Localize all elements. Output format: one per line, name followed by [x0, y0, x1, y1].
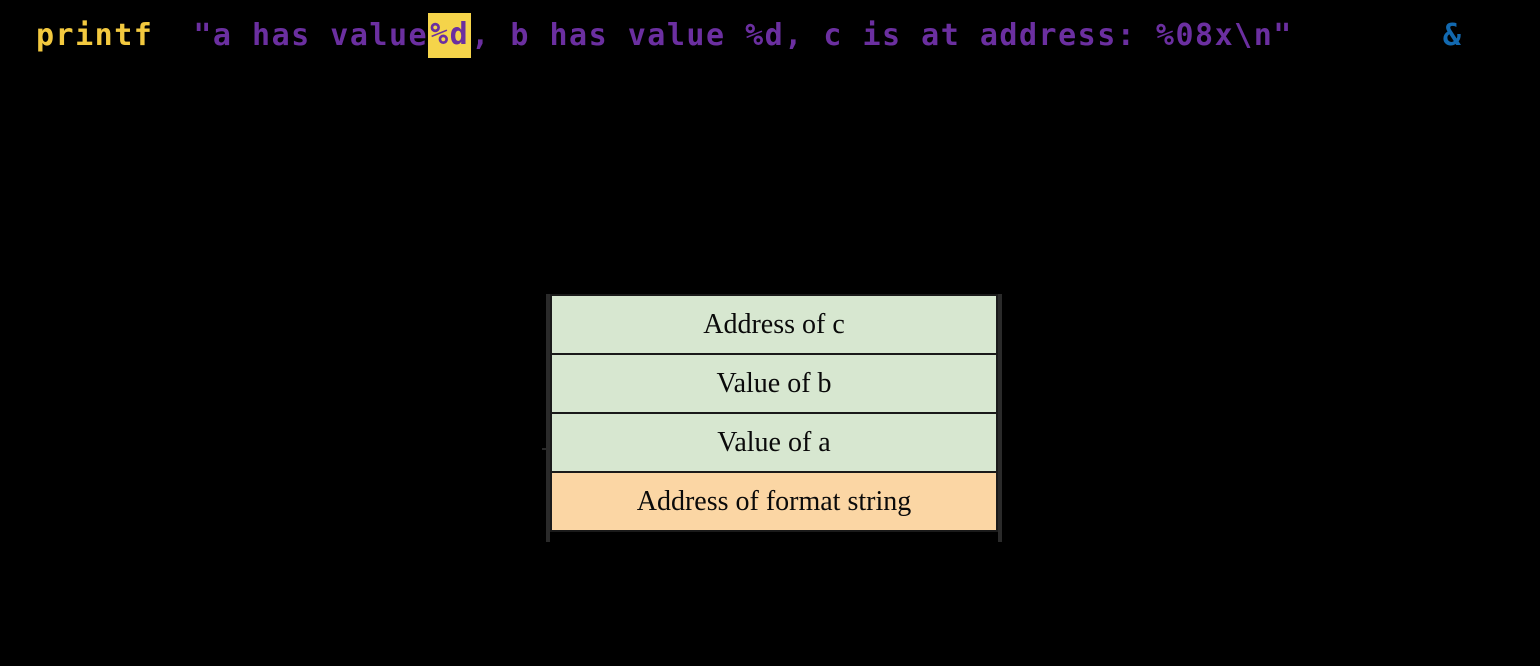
- stack-left-rail-tick: [542, 448, 548, 450]
- table-row: Value of b: [550, 353, 998, 414]
- stack-diagram: Address of c Value of b Value of a Addre…: [542, 294, 1002, 542]
- table-row: Address of c: [550, 294, 998, 355]
- format-string-part-2: , b has value %d, c is at address: %08x\…: [471, 18, 1293, 53]
- format-string-part-1: "a has value: [193, 18, 429, 53]
- stack-right-rail: [998, 294, 1002, 542]
- printf-keyword: printf: [36, 18, 154, 53]
- stack-cell-value-of-b: Value of b: [550, 353, 998, 414]
- stack-cell-address-of-c: Address of c: [550, 294, 998, 355]
- highlighted-format-specifier: %d: [428, 13, 472, 58]
- table-row: Value of a: [550, 412, 998, 473]
- stack-frame-table: Address of c Value of b Value of a Addre…: [550, 294, 998, 532]
- table-row: Address of format string: [550, 471, 998, 532]
- stack-cell-address-of-format-string: Address of format string: [550, 471, 998, 532]
- stack-cell-value-of-a: Value of a: [550, 412, 998, 473]
- ampersand-operator: &: [1442, 18, 1463, 53]
- code-line: printf "a has value %d, b has value %d, c…: [0, 0, 1540, 70]
